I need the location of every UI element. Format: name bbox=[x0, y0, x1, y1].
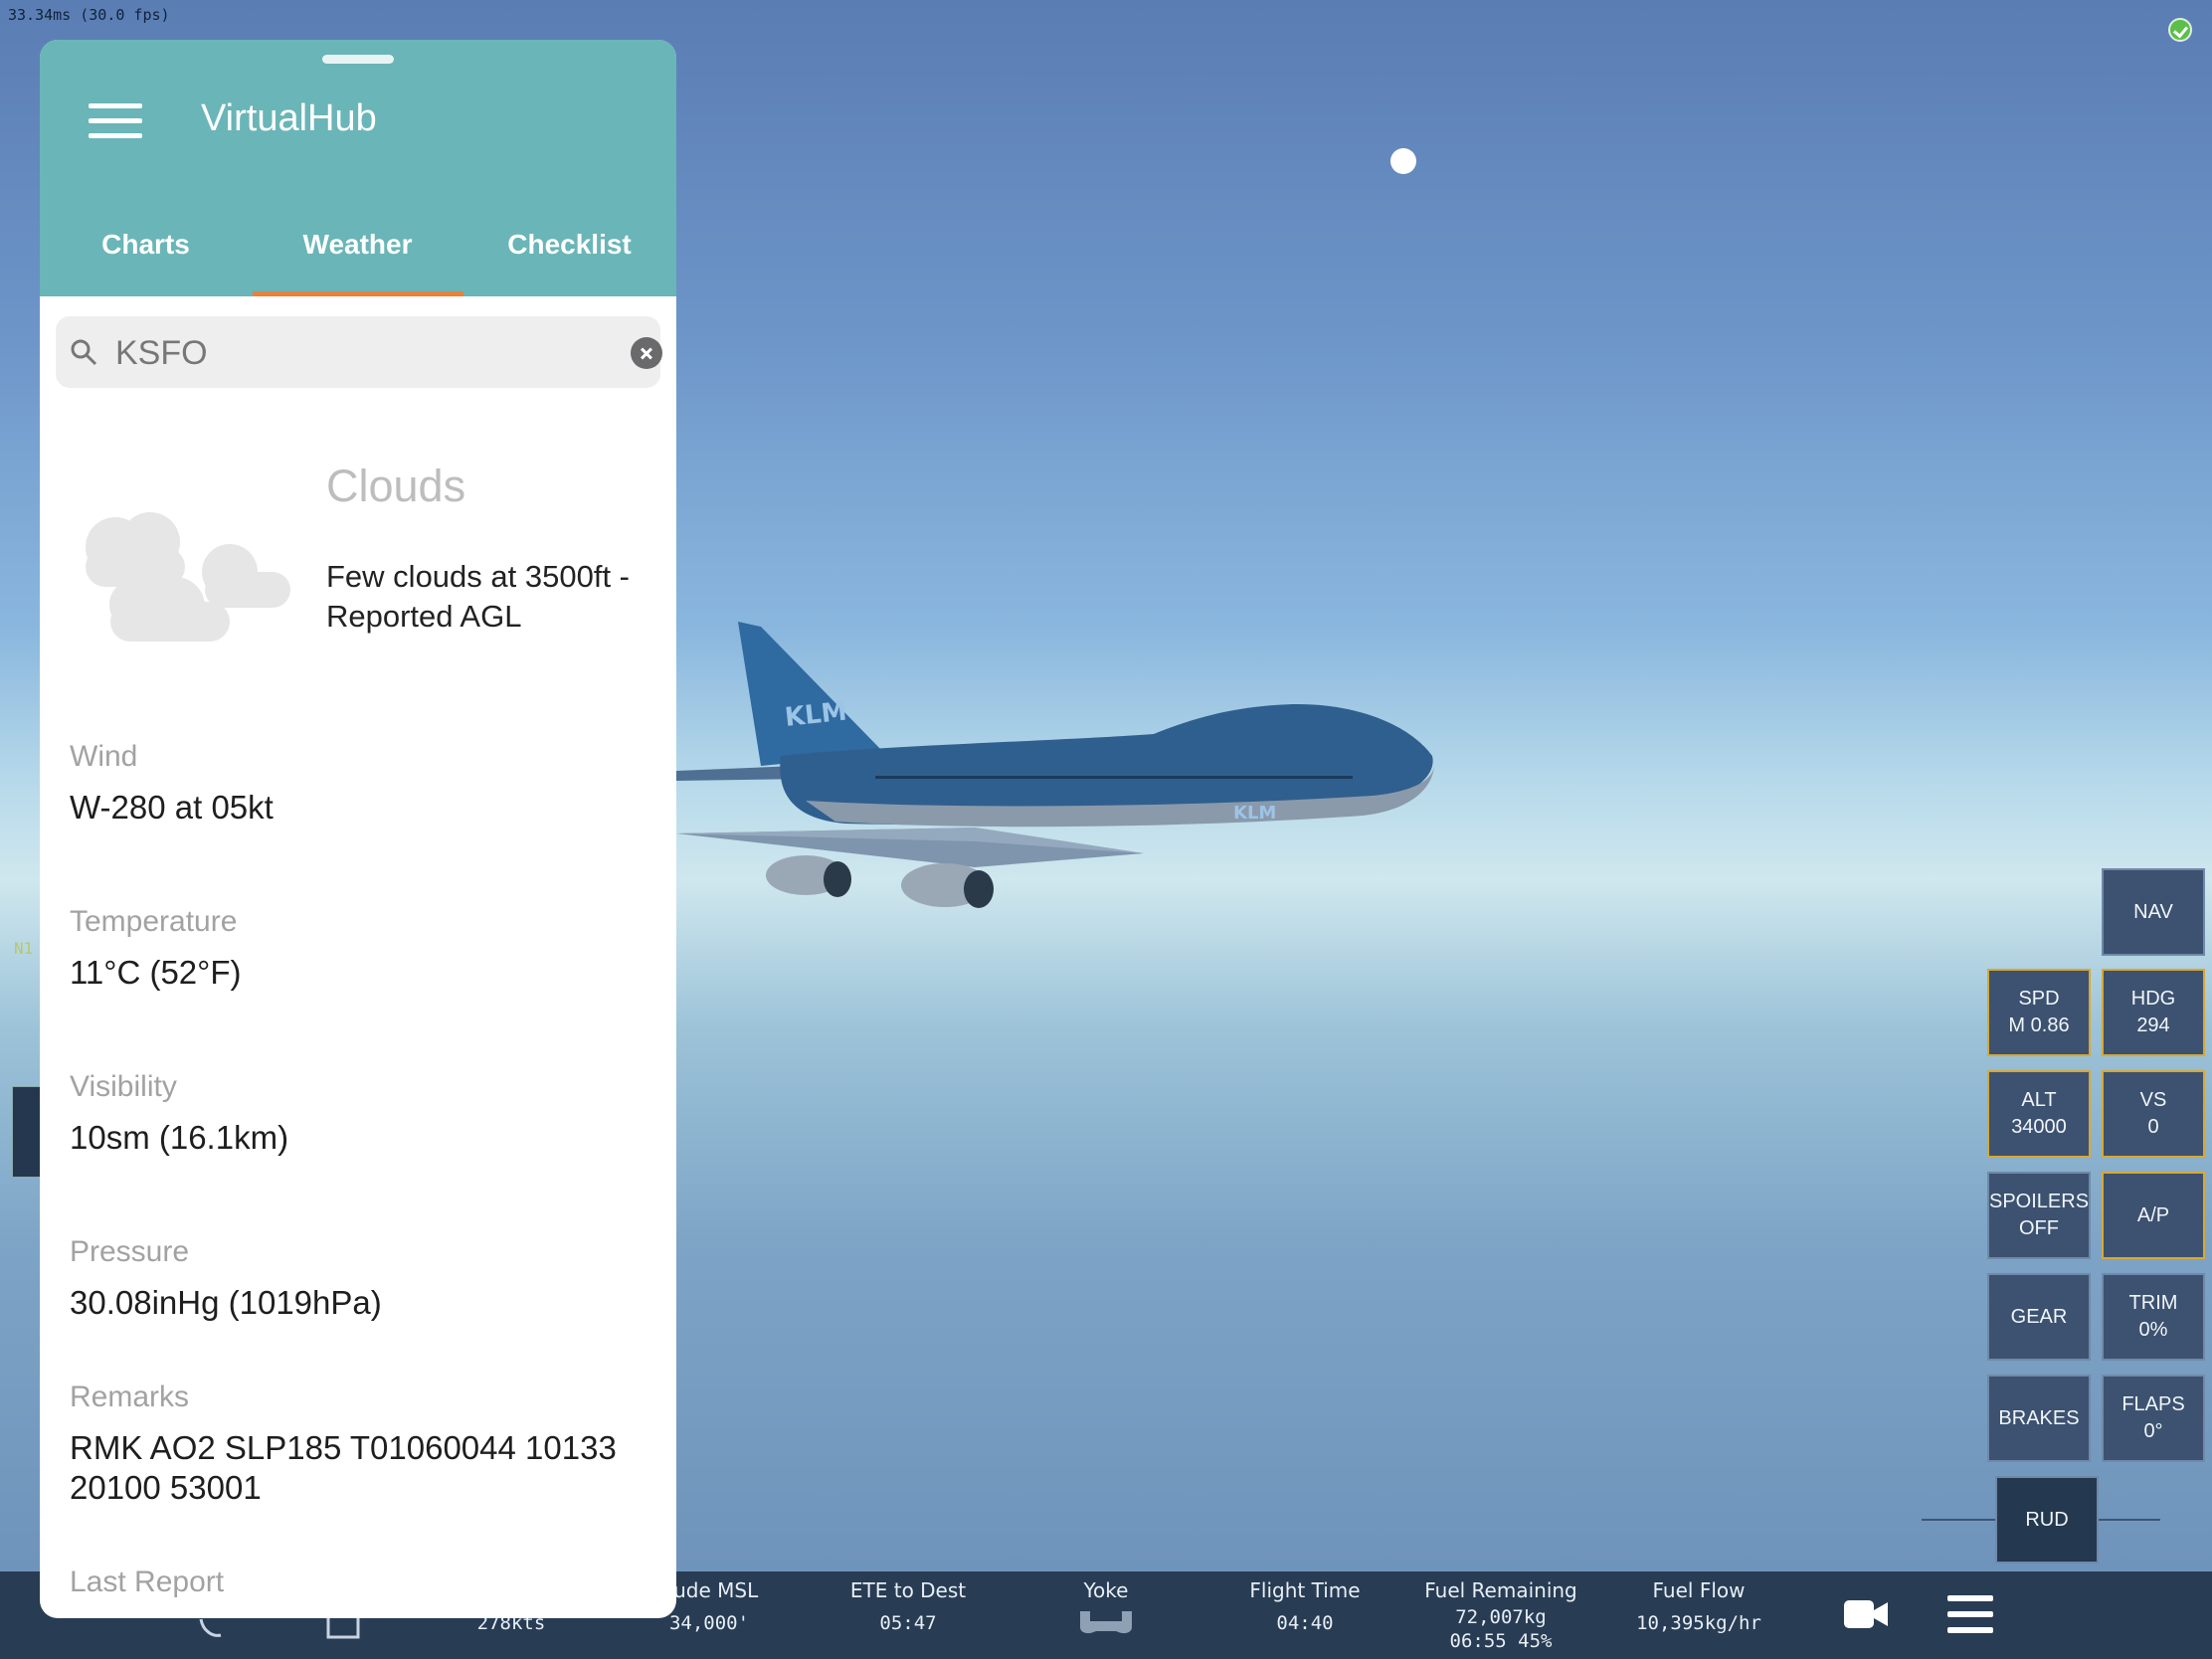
yoke-label: Yoke bbox=[1083, 1578, 1129, 1602]
yoke-icon bbox=[1080, 1611, 1132, 1634]
rudder-button[interactable]: RUD bbox=[1995, 1476, 2099, 1564]
search-icon bbox=[71, 339, 97, 366]
flaps-button[interactable]: FLAPS 0° bbox=[2102, 1375, 2205, 1462]
remarks-label: Remarks bbox=[70, 1381, 190, 1413]
video-camera-icon[interactable] bbox=[1842, 1596, 1890, 1632]
flaps-label: FLAPS bbox=[2121, 1393, 2185, 1415]
brakes-label: BRAKES bbox=[1998, 1406, 2080, 1429]
drag-handle[interactable] bbox=[322, 55, 394, 64]
active-tab-indicator bbox=[253, 291, 463, 296]
clouds-title: Clouds bbox=[326, 461, 466, 511]
fps-counter: 33.34ms (30.0 fps) bbox=[8, 6, 170, 24]
clouds-icon bbox=[86, 512, 290, 642]
last-report-label: Last Report bbox=[70, 1566, 225, 1598]
trim-button[interactable]: TRIM 0% bbox=[2102, 1273, 2205, 1361]
flight-time-stat: Flight Time 04:40 bbox=[1215, 1575, 1394, 1635]
pressure-value: 30.08inHg (1019hPa) bbox=[70, 1284, 382, 1321]
hamburger-icon[interactable] bbox=[1947, 1595, 1993, 1633]
nav-button[interactable]: NAV bbox=[2102, 868, 2205, 956]
alt-label: ALT bbox=[2021, 1089, 2057, 1111]
hdg-button[interactable]: HDG 294 bbox=[2102, 969, 2205, 1056]
panel-header: VirtualHub Charts Weather Checklist bbox=[40, 40, 676, 296]
ete-stat: ETE to Dest 05:47 bbox=[819, 1575, 998, 1635]
fuel-flow-stat: Fuel Flow 10,395kg/hr bbox=[1609, 1575, 1788, 1635]
autopilot-label: A/P bbox=[2136, 1203, 2170, 1226]
temperature-label: Temperature bbox=[70, 905, 238, 938]
remarks-value: RMK AO2 SLP185 T01060044 10133 20100 530… bbox=[70, 1429, 617, 1506]
clouds-description: Few clouds at 3500ft - Reported AGL bbox=[326, 559, 630, 634]
aircraft: KLM KLM bbox=[676, 622, 1434, 908]
app-title: VirtualHub bbox=[201, 97, 377, 139]
temperature-value: 11°C (52°F) bbox=[70, 954, 242, 991]
edge-tab[interactable] bbox=[12, 1086, 42, 1178]
fuel-remaining-label: Fuel Remaining bbox=[1424, 1578, 1577, 1602]
sun bbox=[1390, 148, 1416, 174]
spoilers-value: OFF bbox=[2019, 1217, 2059, 1239]
spoilers-button[interactable]: SPOILERS OFF bbox=[1987, 1172, 2091, 1259]
fuel-flow-label: Fuel Flow bbox=[1652, 1578, 1746, 1602]
tab-charts[interactable]: Charts bbox=[40, 229, 252, 261]
flight-time-label: Flight Time bbox=[1249, 1578, 1361, 1602]
fuel-flow-value: 10,395kg/hr bbox=[1636, 1612, 1761, 1634]
spd-button[interactable]: SPD M 0.86 bbox=[1987, 969, 2091, 1056]
search-field[interactable]: KSFO bbox=[56, 316, 662, 388]
trim-value: 0% bbox=[2138, 1319, 2168, 1341]
visibility-value: 10sm (16.1km) bbox=[70, 1119, 289, 1156]
clear-icon[interactable] bbox=[631, 337, 662, 369]
nav-label: NAV bbox=[2133, 900, 2173, 923]
autopilot-button[interactable]: A/P bbox=[2102, 1172, 2205, 1259]
alt-value: 34000 bbox=[2011, 1116, 2067, 1138]
gear-button[interactable]: GEAR bbox=[1987, 1273, 2091, 1361]
check-circle-icon bbox=[2168, 18, 2192, 42]
trim-label: TRIM bbox=[2128, 1292, 2178, 1314]
yoke-stat[interactable]: Yoke bbox=[1016, 1575, 1196, 1643]
wind-value: W-280 at 05kt bbox=[70, 789, 274, 826]
vs-button[interactable]: VS 0 bbox=[2102, 1070, 2205, 1158]
ete-value: 05:47 bbox=[879, 1612, 937, 1634]
fuselage-logo: KLM bbox=[1233, 803, 1276, 824]
spd-label: SPD bbox=[2018, 988, 2060, 1010]
gear-label: GEAR bbox=[2010, 1305, 2068, 1328]
hdg-value: 294 bbox=[2136, 1014, 2170, 1036]
alt-button[interactable]: ALT 34000 bbox=[1987, 1070, 2091, 1158]
spd-value: M 0.86 bbox=[2008, 1014, 2070, 1036]
search-input[interactable]: KSFO bbox=[115, 334, 208, 373]
flaps-value: 0° bbox=[2143, 1420, 2163, 1442]
hamburger-icon[interactable] bbox=[89, 103, 142, 139]
brakes-button[interactable]: BRAKES bbox=[1987, 1375, 2091, 1462]
fuel-remaining-time: 06:55 45% bbox=[1449, 1630, 1553, 1652]
spoilers-label: SPOILERS bbox=[1989, 1191, 2090, 1212]
pressure-label: Pressure bbox=[70, 1235, 190, 1268]
side-label: N1 bbox=[14, 939, 34, 958]
vs-value: 0 bbox=[2147, 1116, 2159, 1138]
visibility-label: Visibility bbox=[70, 1070, 177, 1103]
fuel-remaining-value: 72,007kg bbox=[1455, 1606, 1547, 1628]
tab-checklist[interactable]: Checklist bbox=[463, 229, 675, 261]
fuel-remaining-stat: Fuel Remaining 72,007kg 06:55 45% bbox=[1411, 1575, 1590, 1653]
rudder-label: RUD bbox=[2025, 1508, 2069, 1531]
flight-time-value: 04:40 bbox=[1276, 1612, 1334, 1634]
hdg-label: HDG bbox=[2130, 988, 2176, 1010]
virtualhub-panel: VirtualHub Charts Weather Checklist KSFO… bbox=[40, 40, 676, 1618]
wind-label: Wind bbox=[70, 740, 138, 773]
ete-label: ETE to Dest bbox=[849, 1578, 967, 1602]
vs-label: VS bbox=[2139, 1089, 2167, 1111]
tab-weather[interactable]: Weather bbox=[252, 229, 463, 261]
